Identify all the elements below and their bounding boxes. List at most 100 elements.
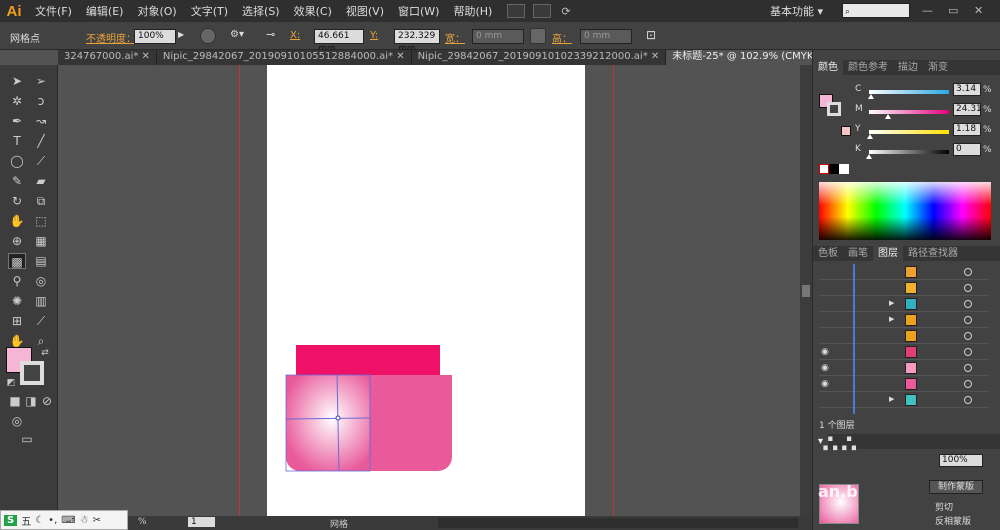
isolate-icon[interactable]: ⊡ [646,28,656,42]
target-circle-icon[interactable] [964,284,972,292]
bridge-button[interactable] [507,4,526,18]
color-stroke-swatch[interactable] [827,102,841,116]
stroke-swatch[interactable] [20,361,44,385]
gradient-tool-icon[interactable]: ▤ [32,253,50,269]
vertical-scrollbar[interactable] [800,65,812,516]
target-circle-icon[interactable] [964,300,972,308]
perspective-tool-icon[interactable]: ▦ [32,233,50,249]
menu-select[interactable]: 选择(S) [235,3,287,19]
help-search-input[interactable]: ⌕ [842,3,910,18]
eye-icon[interactable]: ◉ [821,363,829,373]
tab-layers[interactable]: 图层 [873,246,903,261]
layer-row[interactable] [819,280,989,296]
eraser-tool-icon[interactable]: ▰ [32,173,50,189]
status-info-label[interactable]: 网格 [330,517,348,530]
channel-m-value[interactable]: 24.31 [953,103,982,116]
eyedropper-tool-icon[interactable]: ⚲ [8,273,26,289]
top-bar-shape[interactable] [296,345,440,377]
close-button[interactable]: ✕ [974,4,983,17]
layer-row[interactable]: ◉ [819,376,989,392]
white-swatch[interactable] [839,164,849,174]
opacity-label[interactable]: 不透明度： [86,30,136,45]
target-circle-icon[interactable] [964,348,972,356]
none-mode-icon[interactable]: ⊘ [38,393,56,409]
y-field[interactable]: 232.329 mm [394,29,440,54]
recolor-button[interactable] [200,28,216,44]
tab-stroke[interactable]: 描边 [893,60,923,75]
target-circle-icon[interactable] [964,396,972,404]
layer-row[interactable]: ◉ [819,344,989,360]
ellipse-tool-icon[interactable]: ◯ [8,153,26,169]
channel-slider-marker[interactable] [866,154,872,159]
lasso-tool-icon[interactable]: ↄ [32,93,50,109]
make-mask-button[interactable]: 制作蒙版 [929,480,983,494]
ime-toolbar[interactable]: S 五 ☾ •, ⌨ ☃ ✂ [0,510,128,530]
tab-brushes[interactable]: 画笔 [843,246,873,261]
tab-doc-2[interactable]: Nipic_29842067_20190910105512884000.ai* … [157,50,412,65]
tab-gradient[interactable]: 渐变 [923,60,953,75]
expand-arrow-icon[interactable]: ▶ [889,315,894,323]
rotate-tool-icon[interactable]: ↻ [8,193,26,209]
scroll-thumb[interactable] [802,285,810,297]
minimize-button[interactable]: — [922,4,933,17]
none-swatch[interactable] [819,164,829,174]
transparency-opacity-field[interactable]: 100% [939,454,983,467]
slice-tool-icon[interactable]: ⟋ [32,313,50,329]
target-circle-icon[interactable] [964,316,972,324]
selection-tool-icon[interactable]: ➤ [8,73,26,89]
menu-help[interactable]: 帮助(H) [446,3,499,19]
menu-file[interactable]: 文件(F) [28,3,79,19]
maximize-button[interactable]: ▭ [948,4,958,17]
paintbrush-tool-icon[interactable]: ⟋ [32,153,50,169]
channel-c-value[interactable]: 3.14 [953,83,981,96]
mesh-gradient-shape[interactable] [286,375,370,471]
tab-color[interactable]: 颜色 [813,60,843,75]
expand-arrow-icon[interactable]: ▶ [889,299,894,307]
symbol-sprayer-tool-icon[interactable]: ✺ [8,293,26,309]
line-tool-icon[interactable]: ╱ [32,133,50,149]
type-tool-icon[interactable]: T [8,133,26,149]
direct-selection-tool-icon[interactable]: ➢ [32,73,50,89]
menu-window[interactable]: 窗口(W) [391,3,446,19]
menu-effect[interactable]: 效果(C) [287,3,339,19]
zoom-field[interactable]: % [138,517,147,527]
black-swatch[interactable] [829,164,839,174]
tab-color-guide[interactable]: 颜色参考 [843,60,893,75]
layer-row[interactable]: ◉ [819,360,989,376]
channel-y-value[interactable]: 1.18 [953,123,981,136]
eye-icon[interactable]: ◉ [821,379,829,389]
mesh-tool-icon[interactable]: ▩ [8,253,26,269]
warp-tool-icon[interactable]: ✋ [8,213,26,229]
menu-view[interactable]: 视图(V) [339,3,391,19]
style-dropdown-icon[interactable]: ⚙▾ [230,29,244,40]
anchor-convert-icon[interactable]: ⊸ [266,28,275,41]
swap-fill-stroke-icon[interactable]: ⇄ [36,345,54,361]
target-circle-icon[interactable] [964,332,972,340]
tab-swatches[interactable]: 色板 [813,246,843,261]
channel-m-slider[interactable] [869,110,949,119]
clip-checkbox[interactable]: 剪切 [935,500,953,513]
channel-k-slider[interactable] [866,150,949,159]
pen-tool-icon[interactable]: ✒ [8,113,26,129]
screen-mode-icon[interactable]: ▭ [18,431,36,447]
free-transform-tool-icon[interactable]: ⬚ [32,213,50,229]
opacity-field[interactable]: 100% [134,29,176,44]
channel-slider-marker[interactable] [866,134,873,139]
menu-type[interactable]: 文字(T) [184,3,235,19]
color-spectrum[interactable] [819,182,991,240]
x-field[interactable]: 46.661 mm [314,29,364,54]
layer-row[interactable]: ▶ [819,392,989,408]
link-icon[interactable] [530,28,546,44]
canvas-area[interactable] [58,65,800,516]
target-circle-icon[interactable] [964,268,972,276]
artwork-svg[interactable] [58,65,800,516]
graph-tool-icon[interactable]: ▥ [32,293,50,309]
magic-wand-tool-icon[interactable]: ✲ [8,93,26,109]
sync-icon[interactable]: ⟳ [561,5,570,18]
horizontal-scrollbar[interactable] [438,518,798,528]
menu-object[interactable]: 对象(O) [130,3,183,19]
channel-slider-marker[interactable] [868,94,875,99]
layer-row[interactable] [819,328,989,344]
channel-k-value[interactable]: 0 [953,143,981,156]
height-field[interactable]: 0 mm [580,29,632,44]
